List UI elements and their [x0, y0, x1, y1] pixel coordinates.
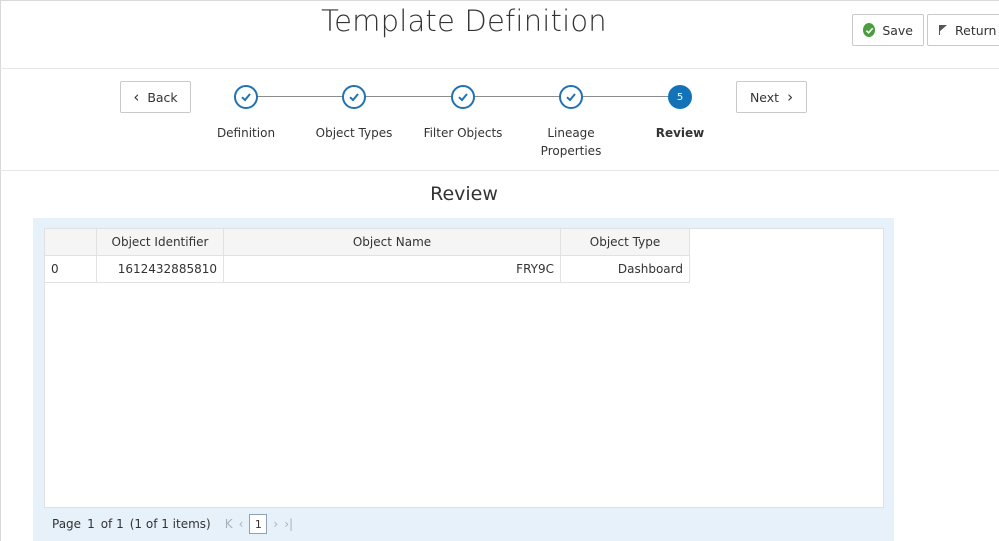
- cell-object-type: Dashboard: [561, 256, 690, 283]
- return-label: Return: [955, 22, 997, 38]
- next-label: Next: [749, 89, 780, 105]
- check-icon: [349, 93, 359, 102]
- column-header-object-type[interactable]: Object Type: [561, 229, 690, 256]
- train-step-definition[interactable]: [234, 85, 258, 109]
- check-icon: [241, 93, 251, 102]
- return-button[interactable]: Return: [927, 14, 999, 46]
- step-label-object-types: Object Types: [315, 126, 393, 140]
- page-button-current[interactable]: 1: [249, 514, 268, 534]
- train-step-lineage-properties[interactable]: [559, 85, 583, 109]
- items-count-text: (1 of 1 items): [129, 517, 211, 531]
- check-circle-icon: [863, 23, 876, 37]
- step-number: 5: [676, 91, 684, 103]
- column-header-index: [45, 229, 97, 256]
- page-number-text: 1: [87, 517, 95, 531]
- section-title: Review: [430, 183, 498, 205]
- page-of-text: of 1: [100, 517, 124, 531]
- next-page-icon[interactable]: ›: [273, 517, 278, 531]
- train-step-review[interactable]: 5: [668, 85, 692, 109]
- next-button[interactable]: Next ›: [736, 81, 807, 113]
- cell-object-name: FRY9C: [224, 256, 561, 283]
- table-row[interactable]: 0 1612432885810 FRY9C Dashboard: [45, 256, 690, 283]
- header-divider: [0, 68, 999, 69]
- review-table: Object Identifier Object Name Object Typ…: [44, 228, 884, 508]
- check-icon: [566, 93, 576, 102]
- check-icon: [458, 93, 468, 102]
- last-page-icon[interactable]: ›|: [284, 517, 293, 531]
- step-label-filter-objects: Filter Objects: [423, 126, 503, 140]
- page-title: Template Definition: [321, 4, 607, 38]
- row-index: 0: [45, 256, 97, 283]
- first-page-icon[interactable]: K: [225, 517, 233, 531]
- column-header-object-identifier[interactable]: Object Identifier: [97, 229, 224, 256]
- step-label-lineage-properties: Lineage Properties: [540, 126, 602, 158]
- back-label: Back: [147, 89, 178, 105]
- chevron-right-icon: ›: [787, 87, 794, 106]
- step-label-review: Review: [655, 126, 705, 140]
- column-header-object-name[interactable]: Object Name: [224, 229, 561, 256]
- train-step-object-types[interactable]: [342, 85, 366, 109]
- pagination-bar: Page 1 of 1 (1 of 1 items) K ‹ 1 › ›|: [52, 514, 293, 534]
- section-divider: [0, 170, 999, 171]
- cell-object-identifier: 1612432885810: [97, 256, 224, 283]
- table-header-row: Object Identifier Object Name Object Typ…: [45, 229, 690, 256]
- back-button[interactable]: ‹ Back: [120, 81, 191, 113]
- save-label: Save: [882, 22, 913, 38]
- return-flag-icon: [938, 24, 948, 36]
- page-text: Page: [52, 517, 82, 531]
- train-step-filter-objects[interactable]: [451, 85, 475, 109]
- chevron-left-icon: ‹: [133, 87, 140, 106]
- step-label-definition: Definition: [216, 126, 276, 140]
- save-button[interactable]: Save: [852, 14, 924, 46]
- previous-page-icon[interactable]: ‹: [239, 517, 244, 531]
